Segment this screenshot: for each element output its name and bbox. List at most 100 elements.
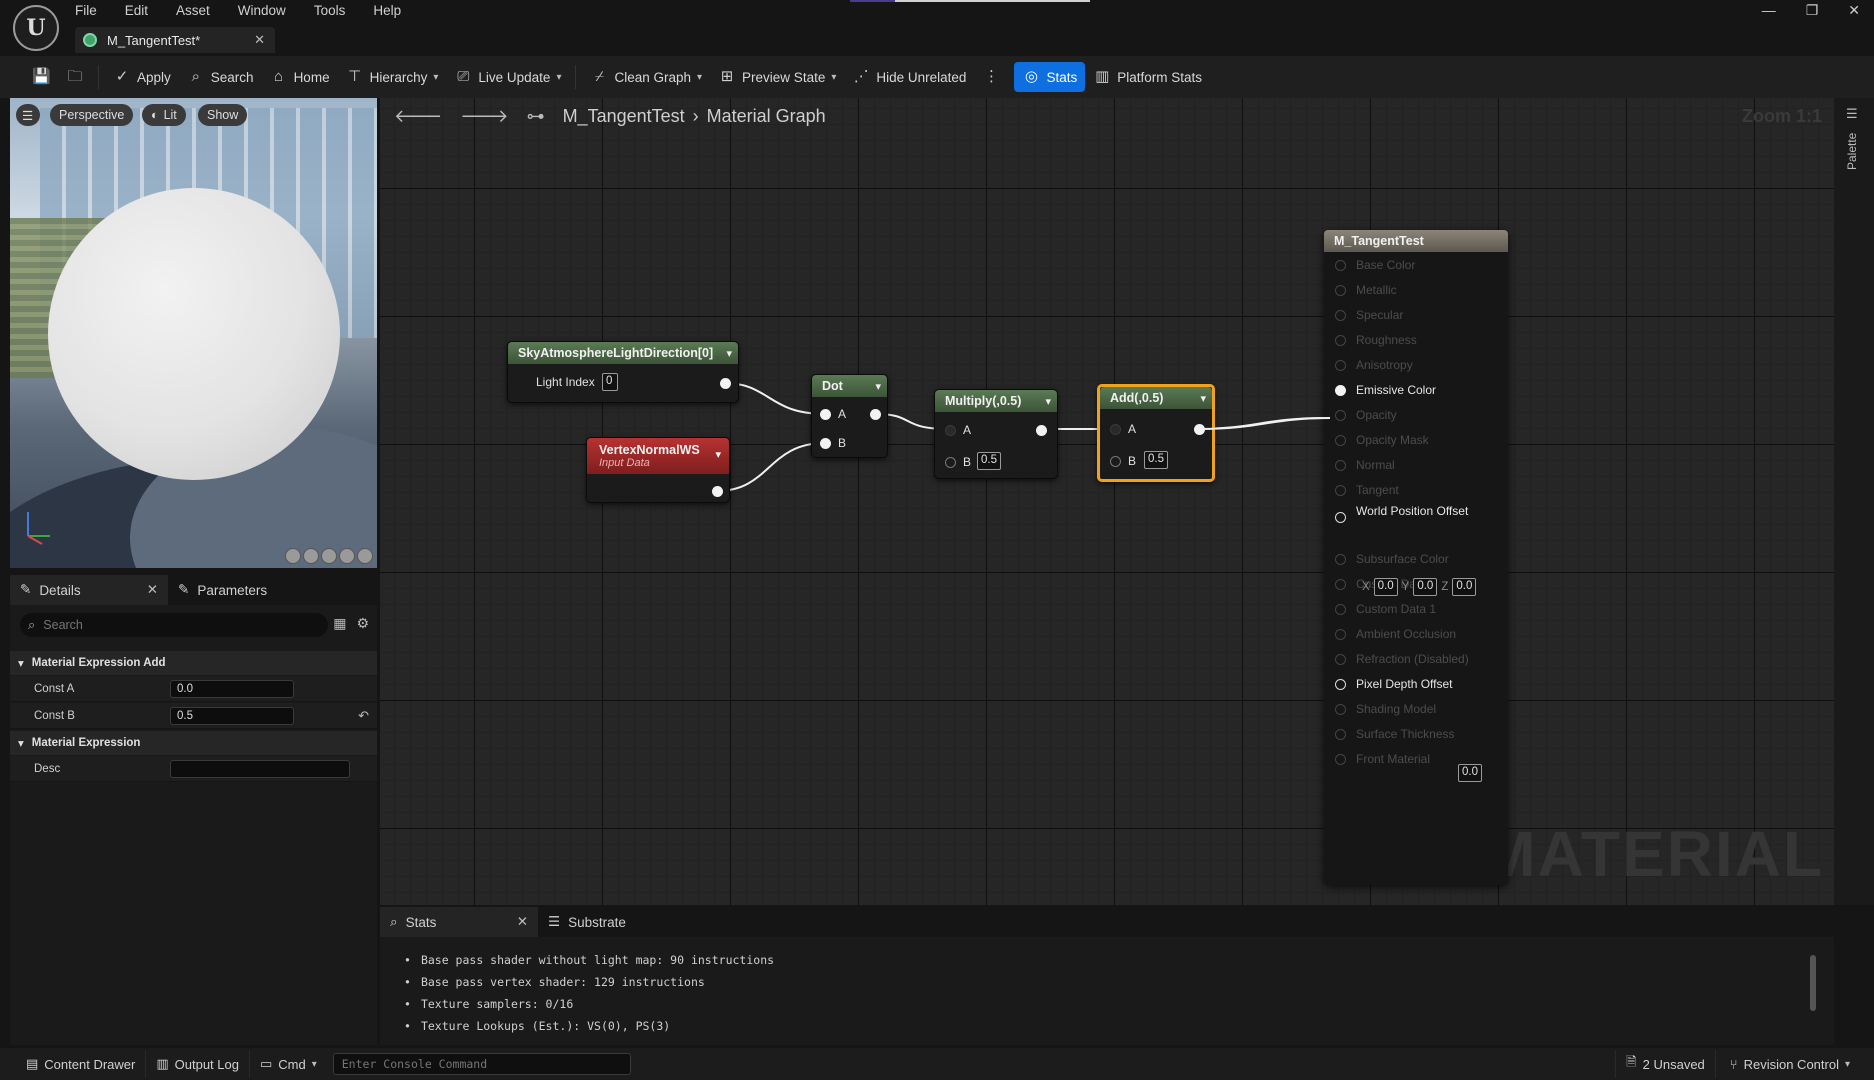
input-pin[interactable] bbox=[1335, 653, 1346, 665]
input-pin[interactable] bbox=[1335, 284, 1346, 296]
input-pin[interactable] bbox=[1335, 484, 1346, 496]
menu-window[interactable]: Window bbox=[238, 3, 286, 21]
content-drawer-button[interactable]: ▤ Content Drawer bbox=[16, 1050, 147, 1078]
input-pin[interactable] bbox=[1335, 259, 1346, 271]
category-material-expression[interactable]: ▾ Material Expression bbox=[10, 731, 377, 755]
result-pin-row[interactable]: Specular bbox=[1324, 304, 1508, 326]
result-pin-row[interactable]: Metallic bbox=[1324, 279, 1508, 301]
tab-stats[interactable]: ⌕ Stats ✕ bbox=[380, 907, 538, 937]
input-pin[interactable] bbox=[1335, 434, 1346, 446]
breadcrumb-asset[interactable]: M_TangentTest bbox=[563, 106, 685, 127]
input-pin-b[interactable] bbox=[820, 438, 831, 449]
stats-button[interactable]: ◎ Stats bbox=[1014, 62, 1086, 92]
input-pin-b[interactable] bbox=[945, 457, 956, 468]
menu-edit[interactable]: Edit bbox=[125, 3, 148, 21]
result-pin-row[interactable]: Base Color bbox=[1324, 254, 1508, 276]
wpo-y-field[interactable]: 0.0 bbox=[1413, 578, 1438, 596]
cylinder-icon[interactable] bbox=[285, 548, 301, 564]
menu-asset[interactable]: Asset bbox=[176, 3, 210, 21]
input-pin-a[interactable] bbox=[945, 425, 956, 436]
more-options-button[interactable]: ⋮ bbox=[974, 62, 1008, 92]
chevron-down-icon[interactable]: ▾ bbox=[875, 380, 881, 393]
node-sky-atmosphere-light-direction[interactable]: SkyAtmosphereLightDirection[0] ▾ Light In… bbox=[507, 341, 739, 403]
input-pin[interactable] bbox=[1335, 603, 1346, 615]
node-add[interactable]: Add(,0.5) ▾ A B 0.5 bbox=[1097, 384, 1215, 482]
menu-help[interactable]: Help bbox=[373, 3, 401, 21]
viewport-menu-button[interactable]: ☰ bbox=[16, 104, 40, 126]
details-search-input[interactable] bbox=[43, 618, 294, 632]
output-pin[interactable] bbox=[720, 378, 731, 389]
add-b-field[interactable]: 0.5 bbox=[1144, 451, 1168, 469]
hierarchy-button[interactable]: ⊤ Hierarchy ▾ bbox=[338, 62, 447, 92]
teapot-icon[interactable] bbox=[357, 548, 373, 564]
show-button[interactable]: Show bbox=[198, 104, 248, 126]
input-pin[interactable] bbox=[1335, 628, 1346, 640]
desc-field[interactable] bbox=[170, 759, 350, 778]
close-window-icon[interactable]: ✕ bbox=[1848, 2, 1860, 19]
palette-menu-icon[interactable]: ☰ bbox=[1846, 106, 1858, 122]
node-multiply[interactable]: Multiply(,0.5) ▾ A B 0.5 bbox=[934, 389, 1058, 479]
node-dot[interactable]: Dot ▾ A B bbox=[811, 374, 888, 458]
result-pin-row[interactable]: Ambient Occlusion bbox=[1324, 623, 1508, 645]
input-pin[interactable] bbox=[1335, 578, 1346, 590]
input-pin-a[interactable] bbox=[1110, 424, 1121, 435]
output-log-button[interactable]: ▥ Output Log bbox=[146, 1050, 250, 1078]
input-pin[interactable] bbox=[1335, 553, 1346, 565]
minimize-icon[interactable]: — bbox=[1762, 2, 1776, 19]
output-pin[interactable] bbox=[1194, 424, 1205, 435]
input-pin[interactable] bbox=[1335, 359, 1346, 371]
unreal-logo-icon[interactable]: U bbox=[13, 5, 59, 51]
input-pin[interactable] bbox=[1335, 334, 1346, 346]
cube-icon[interactable] bbox=[339, 548, 355, 564]
input-pin[interactable] bbox=[1335, 512, 1346, 523]
close-icon[interactable]: ✕ bbox=[254, 32, 265, 48]
output-pin[interactable] bbox=[1036, 425, 1047, 436]
chevron-down-icon[interactable]: ▾ bbox=[1200, 392, 1206, 405]
result-pin-row[interactable]: Normal bbox=[1324, 454, 1508, 476]
result-pin-row[interactable]: Roughness bbox=[1324, 329, 1508, 351]
palette-label[interactable]: Palette bbox=[1845, 133, 1859, 170]
input-pin[interactable] bbox=[1335, 409, 1346, 421]
wpo-x-field[interactable]: 0.0 bbox=[1373, 578, 1398, 596]
menu-tools[interactable]: Tools bbox=[314, 3, 346, 21]
search-button[interactable]: ⌕ Search bbox=[179, 62, 262, 92]
save-button[interactable]: 💾 bbox=[24, 62, 58, 92]
input-pin[interactable] bbox=[1335, 703, 1346, 715]
input-pin[interactable] bbox=[1335, 459, 1346, 471]
cmd-dropdown[interactable]: ▭ Cmd ▾ bbox=[250, 1050, 327, 1078]
preview-state-button[interactable]: ⊞ Preview State ▾ bbox=[710, 62, 844, 92]
input-pin-a[interactable] bbox=[820, 409, 831, 420]
result-pin-row[interactable]: Subsurface Color bbox=[1324, 548, 1508, 570]
apply-button[interactable]: ✓ Apply bbox=[105, 62, 179, 92]
category-material-expression-add[interactable]: ▾ Material Expression Add bbox=[10, 651, 377, 675]
result-pin-row[interactable]: Surface Thickness bbox=[1324, 723, 1508, 745]
forward-arrow-icon[interactable]: 🡒 bbox=[460, 106, 508, 127]
unsaved-button[interactable]: 🗎 2 Unsaved bbox=[1615, 1050, 1716, 1078]
clean-graph-button[interactable]: ⌿ Clean Graph ▾ bbox=[582, 62, 710, 92]
result-pin-row[interactable]: Opacity bbox=[1324, 404, 1508, 426]
back-arrow-icon[interactable]: 🡐 bbox=[394, 106, 442, 127]
perspective-button[interactable]: Perspective bbox=[50, 104, 134, 126]
result-pin-row[interactable]: World Position Offset bbox=[1324, 504, 1508, 523]
input-pin[interactable] bbox=[1335, 309, 1346, 321]
pixel-depth-offset-field[interactable]: 0.0 bbox=[1458, 764, 1482, 782]
node-material-result[interactable]: M_TangentTest Base Color Metallic Specular… bbox=[1324, 230, 1508, 885]
breadcrumb-graph[interactable]: Material Graph bbox=[707, 106, 826, 127]
output-pin[interactable] bbox=[712, 486, 723, 497]
plane-icon[interactable] bbox=[321, 548, 337, 564]
output-pin[interactable] bbox=[870, 409, 881, 420]
hide-unrelated-button[interactable]: ⋰ Hide Unrelated bbox=[844, 62, 974, 92]
platform-stats-button[interactable]: ▥ Platform Stats bbox=[1085, 62, 1210, 92]
reset-to-default-icon[interactable]: ↶ bbox=[358, 708, 369, 724]
input-pin[interactable] bbox=[1335, 728, 1346, 740]
tab-substrate[interactable]: ☰ Substrate bbox=[538, 907, 636, 937]
result-pin-row[interactable]: Anisotropy bbox=[1324, 354, 1508, 376]
result-pin-row[interactable]: Shading Model bbox=[1324, 698, 1508, 720]
close-icon[interactable]: ✕ bbox=[517, 914, 528, 930]
preview-viewport[interactable]: ☰ Perspective ◐ Lit Show bbox=[10, 98, 377, 568]
restore-icon[interactable]: ❐ bbox=[1806, 2, 1819, 19]
input-pin[interactable] bbox=[1335, 678, 1346, 690]
result-pin-row[interactable]: Opacity Mask bbox=[1324, 429, 1508, 451]
wpo-z-field[interactable]: 0.0 bbox=[1452, 578, 1477, 596]
console-command-input[interactable] bbox=[332, 1053, 631, 1075]
